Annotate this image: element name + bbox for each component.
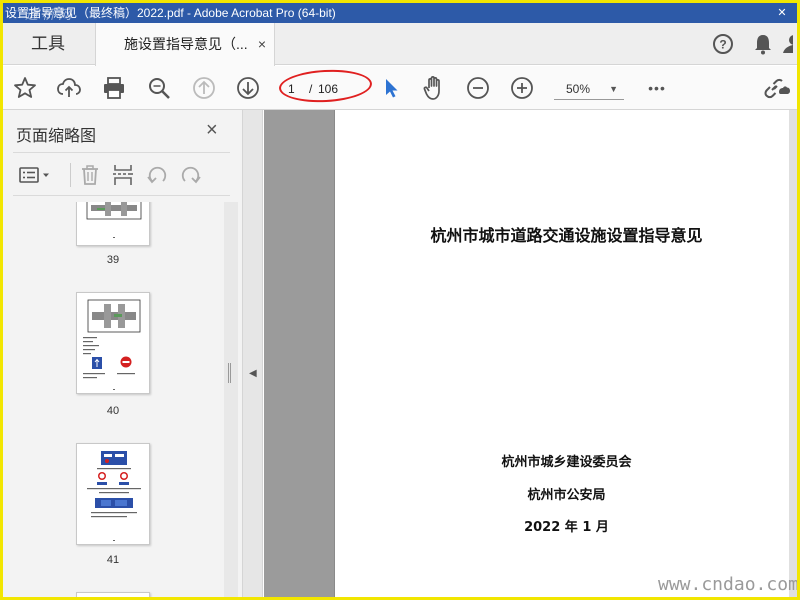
thumbnail-page[interactable] xyxy=(76,443,150,545)
title-bar: 设置指导意见（最终稿）2022.pdf - Adobe Acrobat Pro … xyxy=(3,3,797,23)
thumbnail-label: 40 xyxy=(106,405,120,417)
help-icon[interactable]: ? xyxy=(703,23,743,65)
select-arrow-icon[interactable] xyxy=(377,74,405,102)
thumbnail-list: 39 40 41 xyxy=(3,202,235,597)
share-link-icon[interactable] xyxy=(763,74,791,102)
panel-scrollbar[interactable] xyxy=(224,202,238,597)
tab-document[interactable]: 施设置指导意见（... × xyxy=(95,23,275,66)
thumbnail-label: 39 xyxy=(106,254,120,266)
document-title: 杭州市城市道路交通设施设置指导意见 xyxy=(430,226,703,245)
zoom-value: 50% xyxy=(566,82,591,96)
zoom-out-icon[interactable] xyxy=(464,74,492,102)
arrow-up-icon[interactable] xyxy=(190,74,218,102)
arrow-down-icon[interactable] xyxy=(234,74,262,102)
options-icon[interactable] xyxy=(17,163,53,187)
document-page: 杭州市城市道路交通设施设置指导意见 杭州市城乡建设委员会 杭州市公安局 2022… xyxy=(334,110,797,597)
thumbnail-page[interactable] xyxy=(76,202,150,246)
more-icon[interactable]: ••• xyxy=(643,74,671,102)
thumbnail-page[interactable] xyxy=(76,592,150,597)
chevron-down-icon: ▼ xyxy=(609,84,618,94)
panel-title: 页面缩略图 xyxy=(16,128,97,145)
star-icon[interactable] xyxy=(11,74,39,102)
document-issuer-1: 杭州市城乡建设委员会 xyxy=(501,455,632,470)
tab-bar: 工具 施设置指导意见（... × ? xyxy=(3,23,797,66)
document-scrollbar[interactable] xyxy=(789,110,797,597)
tab-document-label: 施设置指导意见（... xyxy=(124,36,248,52)
cloud-upload-icon[interactable] xyxy=(55,74,83,102)
insert-page-icon[interactable] xyxy=(110,163,136,187)
panel-toolbar xyxy=(13,152,230,196)
tab-tools[interactable]: 工具 xyxy=(3,23,95,65)
bell-icon[interactable] xyxy=(743,23,783,65)
zoom-in-icon[interactable] xyxy=(508,74,536,102)
rotate-right-icon[interactable] xyxy=(178,163,204,187)
print-icon[interactable] xyxy=(100,74,128,102)
account-icon[interactable] xyxy=(783,23,797,65)
zoom-select[interactable]: 50% ▼ xyxy=(554,78,624,100)
footer-watermark: www.cndao.com xyxy=(658,574,797,595)
thumbnails-panel: 页面缩略图 × 39 40 41 xyxy=(3,110,243,597)
document-viewport[interactable]: 杭州市城市道路交通设施设置指导意见 杭州市城乡建设委员会 杭州市公安局 2022… xyxy=(264,110,797,597)
document-issuer-2: 杭州市公安局 xyxy=(527,488,606,503)
search-icon[interactable] xyxy=(145,74,173,102)
highlight-oval xyxy=(278,67,373,105)
main-toolbar: 1 / 106 50% ▼ ••• xyxy=(3,66,797,110)
close-icon[interactable]: ✕ xyxy=(767,3,797,23)
panel-close-icon[interactable]: × xyxy=(206,119,218,142)
panel-toolbar-divider xyxy=(70,163,71,187)
panel-collapse-strip[interactable]: ◀ xyxy=(243,110,263,597)
panel-resize-handle[interactable] xyxy=(228,363,231,383)
thumbnail-label: 41 xyxy=(106,554,120,566)
delete-icon[interactable] xyxy=(77,163,103,187)
app-window: 设置指导意见（最终稿）2022.pdf - Adobe Acrobat Pro … xyxy=(3,3,797,597)
collapse-left-icon[interactable]: ◀ xyxy=(249,368,257,379)
document-date: 2022 年 1 月 xyxy=(524,520,609,535)
thumbnail-page[interactable] xyxy=(76,292,150,394)
hand-icon[interactable] xyxy=(420,74,448,102)
watermark-logo: 道 桥 网 xyxy=(25,7,72,22)
rotate-left-icon[interactable] xyxy=(144,163,170,187)
tab-close-icon[interactable]: × xyxy=(258,23,266,65)
svg-text:?: ? xyxy=(719,38,726,52)
